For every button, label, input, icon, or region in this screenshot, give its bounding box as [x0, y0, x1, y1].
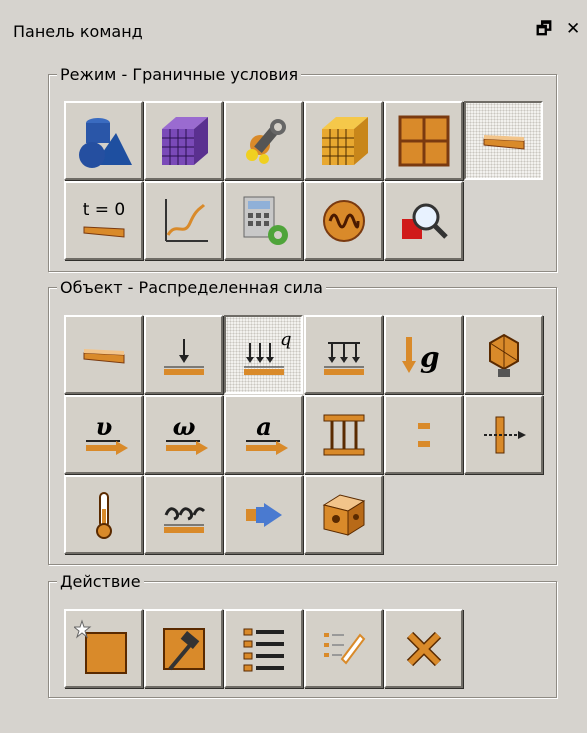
edit-button[interactable] — [304, 609, 383, 688]
wave-button[interactable] — [304, 181, 383, 260]
elements-cube-icon — [321, 116, 368, 165]
new-square-icon — [73, 618, 127, 674]
delete-button[interactable] — [384, 609, 463, 688]
pressure-button[interactable] — [304, 315, 383, 394]
velocity-button[interactable]: υ — [64, 395, 143, 474]
gap-button[interactable] — [384, 395, 463, 474]
edit-pencil-icon — [323, 632, 365, 665]
grid-frame-icon — [398, 115, 449, 166]
boundary-conditions-button[interactable] — [464, 101, 543, 180]
mode-group-label: Режим - Граничные условия — [57, 65, 302, 84]
thermometer-icon — [95, 491, 112, 539]
mesh-cube-icon — [161, 116, 208, 165]
displacement-button[interactable] — [464, 395, 543, 474]
initial-conditions-label: t = 0 — [82, 200, 125, 220]
title-bar: Панель команд 🗗 ✕ — [0, 0, 587, 60]
hammer-icon — [162, 627, 205, 670]
angular-velocity-label: ω — [172, 412, 195, 441]
object-group-label: Объект - Распределенная сила — [57, 278, 326, 297]
pressure-icon — [323, 341, 364, 375]
gravity-icon: g — [401, 336, 440, 374]
gravity-label: g — [420, 341, 440, 374]
distributed-force-button[interactable]: q — [224, 315, 303, 394]
materials-wrench-icon — [245, 118, 286, 164]
list-button[interactable] — [224, 609, 303, 688]
acceleration-button[interactable]: a — [224, 395, 303, 474]
calculation-button[interactable] — [224, 181, 303, 260]
build-button[interactable] — [144, 609, 223, 688]
rigid-body-icon — [488, 333, 519, 377]
geometry-button[interactable] — [64, 101, 143, 180]
boundary-plate-icon — [483, 134, 524, 150]
plate-icon — [83, 348, 124, 364]
flow-button[interactable] — [224, 475, 303, 554]
calculator-gear-icon — [243, 196, 288, 245]
elements-button[interactable] — [304, 101, 383, 180]
flow-arrow-icon — [245, 502, 282, 527]
initial-conditions-button[interactable]: t = 0 — [64, 181, 143, 260]
velocity-icon: υ — [85, 412, 128, 455]
magnifier-icon — [401, 203, 448, 239]
close-icon[interactable]: ✕ — [566, 18, 580, 40]
list-icon — [243, 628, 284, 671]
panel-title: Панель команд — [13, 22, 143, 41]
columns-button[interactable] — [304, 395, 383, 474]
initial-conditions-icon: t = 0 — [82, 200, 125, 238]
restore-icon[interactable]: 🗗 — [536, 18, 552, 40]
graph-icon — [164, 198, 208, 242]
geometry-icon — [78, 117, 132, 168]
displacement-icon — [483, 416, 526, 453]
mesh-button[interactable] — [144, 101, 223, 180]
solid-cube-icon — [322, 493, 365, 536]
velocity-label: υ — [95, 412, 112, 441]
distributed-force-icon: q — [243, 329, 292, 375]
solid-body-button[interactable] — [304, 475, 383, 554]
materials-button[interactable] — [224, 101, 303, 180]
wave-icon — [322, 199, 365, 242]
grid-button[interactable] — [384, 101, 463, 180]
angular-velocity-icon: ω — [165, 412, 208, 455]
gravity-button[interactable]: g — [384, 315, 463, 394]
columns-icon — [323, 414, 364, 455]
acceleration-label: a — [256, 412, 272, 441]
delete-x-icon — [406, 631, 441, 666]
distributed-force-label: q — [280, 329, 292, 350]
point-force-icon — [163, 338, 204, 375]
action-group-label: Действие — [57, 572, 144, 591]
angular-velocity-button[interactable]: ω — [144, 395, 223, 474]
results-button[interactable] — [384, 181, 463, 260]
convection-button[interactable] — [144, 475, 223, 554]
graph-button[interactable] — [144, 181, 223, 260]
temperature-button[interactable] — [64, 475, 143, 554]
convection-icon — [163, 506, 205, 533]
concentrated-force-button[interactable] — [144, 315, 223, 394]
rigid-body-button[interactable] — [464, 315, 543, 394]
gap-icon — [417, 422, 430, 447]
acceleration-icon: a — [245, 412, 288, 455]
plate-button[interactable] — [64, 315, 143, 394]
new-button[interactable] — [64, 609, 143, 688]
